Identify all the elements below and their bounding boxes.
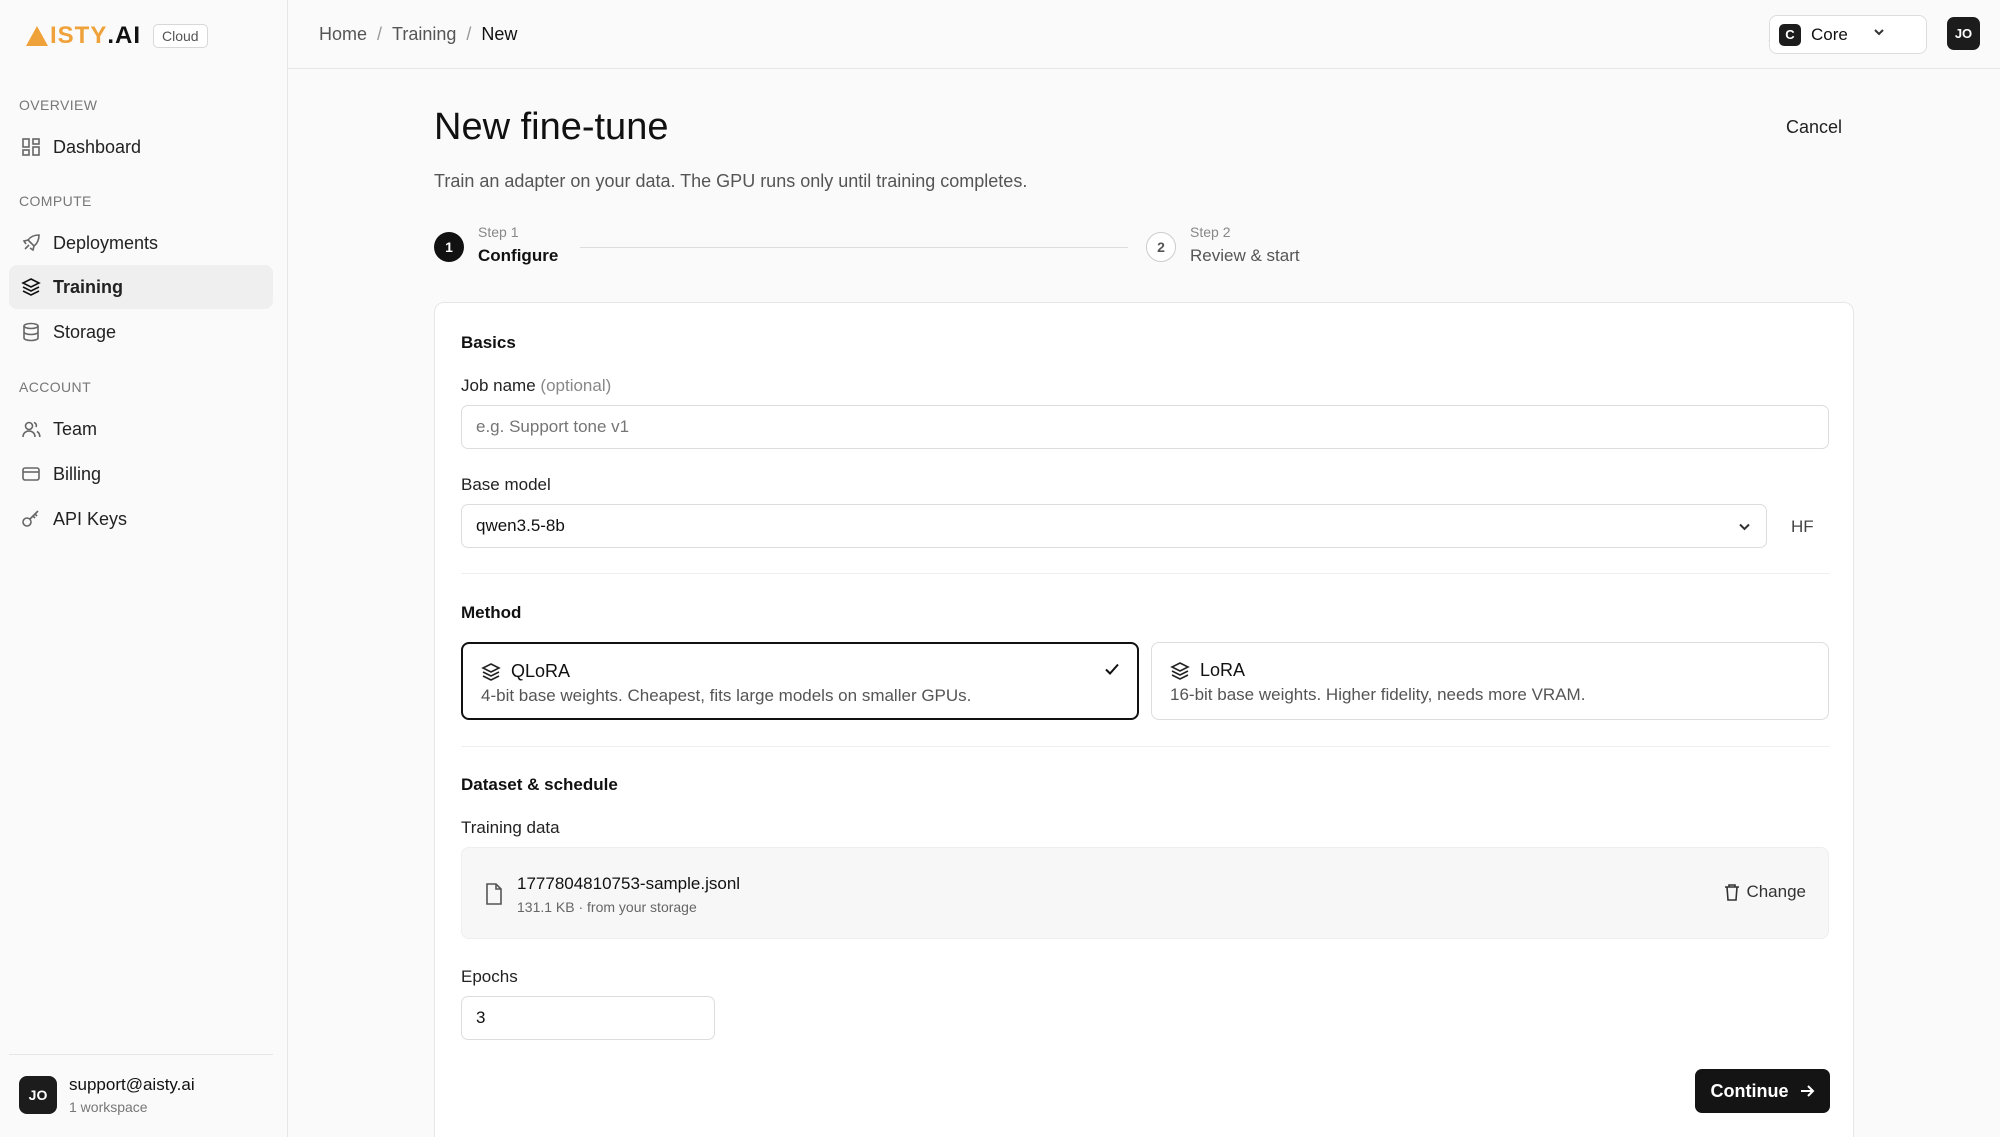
key-icon [22, 510, 39, 527]
dataset-title: Dataset & schedule [461, 775, 618, 794]
file-meta: 131.1 KB · from your storage [517, 899, 697, 915]
breadcrumb-current: New [481, 24, 518, 44]
change-label: Change [1746, 882, 1806, 901]
layers-icon [1170, 661, 1190, 680]
epochs-label: Epochs [461, 967, 518, 986]
training-data-file: 1777804810753-sample.jsonl 131.1 KB · fr… [461, 847, 1829, 939]
layers-icon [481, 662, 501, 681]
step-caption: Step 1 [478, 224, 519, 240]
dashboard-icon [22, 138, 40, 156]
top-header: Home / Training / New C Core JO [288, 0, 2000, 69]
epochs-input[interactable] [461, 996, 715, 1040]
cloud-badge: Cloud [153, 24, 208, 48]
section-overview: OVERVIEW [19, 97, 98, 113]
method-name: QLoRA [511, 661, 571, 681]
step-number: 2 [1146, 232, 1176, 262]
layers-icon [21, 278, 41, 296]
workspace-switcher[interactable]: C Core [1769, 15, 1927, 54]
chevron-down-icon [1872, 25, 1886, 44]
sidebar-item-team[interactable]: Team [9, 407, 273, 451]
hf-toggle[interactable]: HF [1791, 517, 1814, 537]
step-review: 2 Step 2 Review & start [1146, 224, 1300, 266]
page-title: New fine-tune [434, 106, 669, 148]
rocket-icon [22, 234, 40, 252]
sidebar-item-training[interactable]: Training [9, 265, 273, 309]
workspace-badge: C [1779, 23, 1801, 46]
workspace-count: 1 workspace [69, 1099, 148, 1115]
sidebar: ISTY .AI Cloud OVERVIEW Dashboard COMPUT… [0, 0, 288, 1137]
breadcrumb-training[interactable]: Training [392, 24, 456, 45]
account-footer[interactable]: JO support@aisty.ai 1 workspace [9, 1054, 273, 1115]
method-title-row: LoRA [1170, 660, 1810, 681]
job-name-label-text: Job name [461, 376, 536, 395]
sidebar-item-deployments[interactable]: Deployments [9, 221, 273, 265]
account-info: support@aisty.ai 1 workspace [69, 1075, 195, 1115]
logo-triangle-icon [26, 26, 48, 46]
training-data-label: Training data [461, 818, 560, 837]
divider [461, 573, 1829, 574]
continue-label: Continue [1710, 1080, 1789, 1101]
step-caption: Step 2 [1190, 224, 1231, 240]
method-title: Method [461, 603, 522, 622]
logo-prefix: ISTY [50, 22, 108, 49]
trash-icon [1725, 884, 1740, 901]
method-name: LoRA [1200, 660, 1246, 680]
sidebar-item-billing[interactable]: Billing [9, 452, 273, 496]
step-number: 1 [434, 232, 464, 262]
job-name-input[interactable] [461, 405, 1829, 449]
sidebar-item-api-keys[interactable]: API Keys [9, 497, 273, 541]
sidebar-item-dashboard[interactable]: Dashboard [9, 125, 273, 169]
sidebar-item-label: Deployments [53, 232, 159, 253]
check-icon [1103, 660, 1121, 683]
sidebar-item-label: API Keys [53, 508, 128, 529]
step-configure: 1 Step 1 Configure [434, 224, 558, 266]
base-model-label: Base model [461, 475, 551, 494]
sidebar-item-label: Team [53, 418, 98, 439]
section-compute: COMPUTE [19, 193, 92, 209]
sidebar-item-label: Billing [53, 463, 102, 484]
breadcrumb-separator: / [377, 24, 383, 44]
user-avatar[interactable]: JO [1947, 17, 1980, 50]
users-icon [22, 421, 41, 438]
sidebar-item-label: Storage [53, 321, 117, 342]
chevron-down-icon [1737, 519, 1752, 539]
page-subtitle: Train an adapter on your data. The GPU r… [434, 171, 1028, 191]
logo-suffix: .AI [107, 22, 142, 49]
brand: ISTY .AI Cloud [26, 22, 208, 50]
file-name: 1777804810753-sample.jsonl [517, 874, 741, 893]
sidebar-item-label: Dashboard [53, 136, 142, 157]
method-option-qlora[interactable]: QLoRA 4-bit base weights. Cheapest, fits… [461, 642, 1139, 720]
method-description: 4-bit base weights. Cheapest, fits large… [481, 686, 972, 705]
basics-title: Basics [461, 333, 516, 352]
step-label: Review & start [1190, 246, 1300, 265]
job-name-label: Job name (optional) [461, 376, 611, 396]
section-account: ACCOUNT [19, 379, 92, 395]
change-file-button[interactable]: Change [1724, 882, 1806, 902]
divider [461, 746, 1829, 747]
aisty-logo[interactable]: ISTY .AI [26, 22, 141, 50]
avatar: JO [19, 1076, 57, 1114]
base-model-value: qwen3.5-8b [476, 516, 565, 535]
method-option-lora[interactable]: LoRA 16-bit base weights. Higher fidelit… [1151, 642, 1829, 720]
method-description: 16-bit base weights. Higher fidelity, ne… [1170, 685, 1586, 704]
cancel-button[interactable]: Cancel [1786, 117, 1842, 138]
sidebar-item-storage[interactable]: Storage [9, 310, 273, 354]
arrow-right-icon [1800, 1085, 1814, 1097]
workspace-name: Core [1811, 24, 1848, 44]
fine-tune-form: Basics Job name (optional) Base model qw… [434, 302, 1854, 1137]
breadcrumb-home[interactable]: Home [319, 24, 367, 45]
database-icon [23, 322, 39, 342]
step-connector [580, 247, 1128, 248]
base-model-select[interactable]: qwen3.5-8b [461, 504, 1767, 548]
breadcrumb: Home / Training / New [319, 24, 517, 45]
account-email: support@aisty.ai [69, 1075, 195, 1094]
breadcrumb-separator: / [466, 24, 472, 44]
method-title-row: QLoRA [481, 661, 1119, 682]
continue-button[interactable]: Continue [1695, 1069, 1830, 1113]
sidebar-item-label: Training [53, 276, 124, 297]
step-label: Configure [478, 246, 559, 265]
optional-hint: (optional) [540, 376, 612, 395]
credit-card-icon [22, 467, 40, 481]
file-icon [484, 882, 504, 911]
